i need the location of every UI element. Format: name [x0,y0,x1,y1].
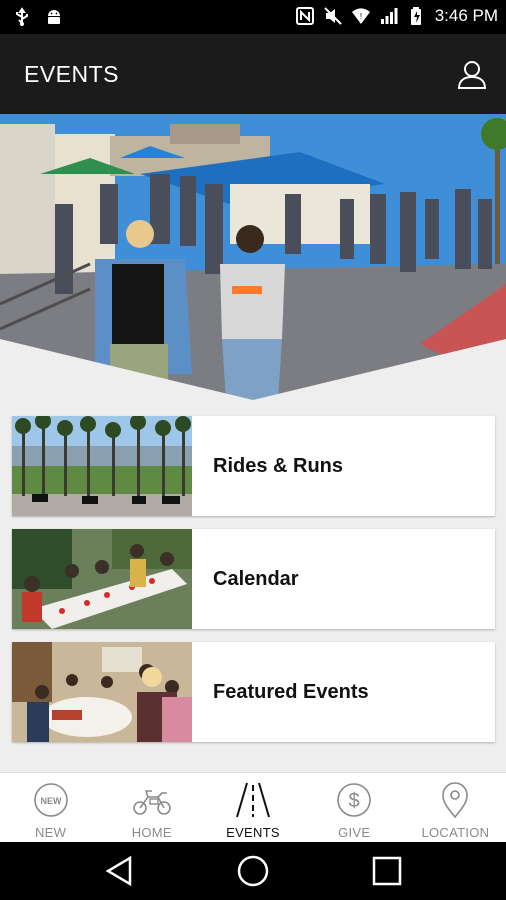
profile-icon[interactable] [456,58,488,90]
app-bar: EVENTS [0,34,506,114]
road-icon [236,782,270,818]
nav-label: NEW [34,825,67,840]
nav-label: HOME [131,825,172,840]
recents-icon[interactable] [370,854,404,888]
list-item-featured-events[interactable]: Featured Events [12,642,495,742]
back-icon[interactable] [102,854,136,888]
nav-label: GIVE [338,825,371,840]
indoor-party-photo [12,642,192,742]
android-icon [48,10,60,24]
palm-trees-motorcycles-photo [12,416,192,516]
nav-label: EVENTS [226,825,280,840]
system-nav-bar [0,842,506,900]
list-item-rides-runs[interactable]: Rides & Runs [12,416,495,516]
nav-item-events[interactable]: EVENTS [202,773,303,843]
nav-item-new[interactable]: NEW NEW [0,773,101,843]
signal-icon [380,8,398,24]
motorcycle-icon [132,790,171,815]
list-item-calendar[interactable]: Calendar [12,529,495,629]
nfc-icon [295,7,314,25]
page-title: EVENTS [24,61,120,87]
nav-item-home[interactable]: HOME [101,773,202,843]
svg-text:NEW: NEW [40,796,62,806]
new-badge-icon: NEW [33,783,68,817]
location-pin-icon [442,782,469,819]
battery-icon [410,7,421,25]
nav-item-give[interactable]: $ GIVE [304,773,405,843]
home-circle-icon[interactable] [236,854,270,888]
list-item-label: Rides & Runs [213,454,344,477]
status-bar: ! 3:46 PM [0,0,506,34]
status-time: 3:46 PM [434,6,498,25]
mute-icon [323,7,342,25]
list-item-label: Calendar [213,567,299,590]
nav-item-location[interactable]: LOCATION [405,773,506,843]
nav-label: LOCATION [421,825,490,840]
bottom-nav: NEW NEW HOME EVENTS $ GIVE LOCATION [0,772,506,843]
svg-text:$: $ [349,790,360,812]
wifi-icon: ! [351,8,370,24]
hero-image [0,114,506,400]
usb-icon [16,7,28,26]
table-gathering-photo [12,529,192,629]
dollar-icon: $ [337,783,372,817]
svg-text:!: ! [360,12,362,21]
event-list: Rides & Runs Calendar Featured Events [12,416,495,755]
list-item-label: Featured Events [213,680,369,703]
outdoor-event-photo [0,114,506,400]
